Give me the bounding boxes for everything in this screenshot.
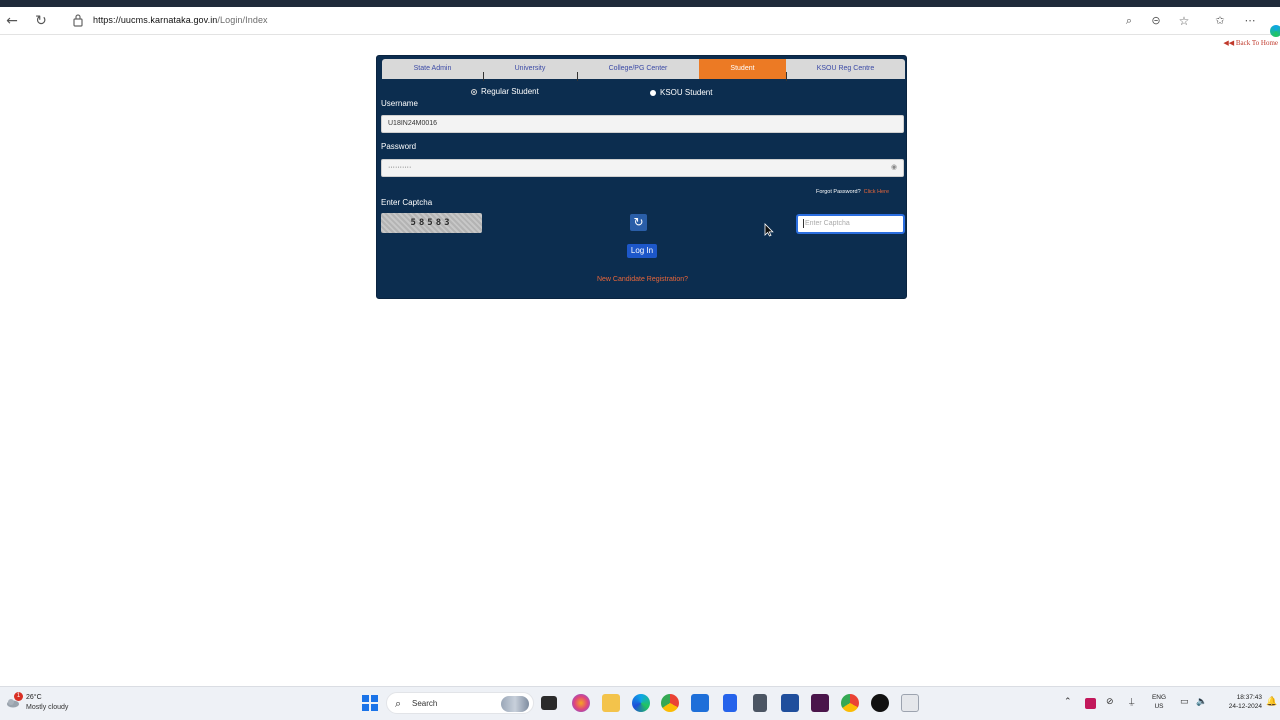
edge-browser-icon[interactable] xyxy=(632,694,650,712)
radio-checked-icon[interactable] xyxy=(650,89,656,96)
tab-college-pg-center[interactable]: College/PG Center xyxy=(577,59,699,79)
login-button[interactable]: Log In xyxy=(627,244,657,258)
weather-widget[interactable]: 1 26°C Mostly cloudy xyxy=(4,691,84,717)
tray-microphone-icon[interactable]: ⍊ xyxy=(1129,697,1134,707)
password-value: ·········· xyxy=(388,164,412,171)
tab-state-admin[interactable]: State Admin xyxy=(382,59,483,79)
tray-network-icon[interactable]: ⊘ xyxy=(1106,697,1114,707)
tray-wifi-icon[interactable]: ▭ xyxy=(1180,697,1189,707)
clock-date: 24-12-2024 xyxy=(1228,703,1262,710)
login-panel: State Admin University College/PG Center… xyxy=(376,55,907,299)
new-candidate-registration-link[interactable]: New Candidate Registration? xyxy=(377,276,908,283)
mouse-cursor-icon xyxy=(764,223,774,237)
radio-regular-student[interactable]: Regular Student xyxy=(471,87,539,96)
password-label: Password xyxy=(381,142,417,151)
forgot-password-row: Forgot Password? Click Here xyxy=(816,189,889,195)
lock-icon[interactable] xyxy=(72,12,84,28)
url-path: /Login/Index xyxy=(217,15,268,25)
language-region: US xyxy=(1154,703,1164,710)
chrome-browser-icon[interactable] xyxy=(661,694,679,712)
show-password-eye-icon[interactable]: ◉ xyxy=(889,164,899,172)
username-input[interactable]: U18IN24M0016 xyxy=(381,115,904,133)
back-to-home-label: Back To Home xyxy=(1235,39,1278,47)
url-host: https://uucms.karnataka.gov.in xyxy=(93,15,218,25)
tab-ksou-reg-centre[interactable]: KSOU Reg Centre xyxy=(786,59,905,79)
radio-regular-label: Regular Student xyxy=(481,87,539,96)
captcha-label: Enter Captcha xyxy=(381,198,433,207)
back-to-home-link[interactable]: ◀◀ Back To Home xyxy=(1223,39,1278,47)
copilot-icon[interactable] xyxy=(1270,25,1280,37)
text-caret xyxy=(803,218,804,228)
media-app-icon[interactable] xyxy=(811,694,829,712)
language-indicator[interactable]: ENG US xyxy=(1148,693,1170,711)
back-arrow-icon[interactable]: ← xyxy=(2,11,22,31)
tab-student[interactable]: Student xyxy=(699,59,786,79)
password-input[interactable]: ·········· ◉ xyxy=(381,159,904,177)
captcha-input[interactable]: Enter Captcha xyxy=(797,215,904,233)
tab-university[interactable]: University xyxy=(483,59,577,79)
system-clock[interactable]: 18:37:43 24-12-2024 xyxy=(1212,693,1262,711)
store-app-icon[interactable] xyxy=(691,694,709,712)
chrome-profile-icon[interactable] xyxy=(841,694,859,712)
weather-condition: Mostly cloudy xyxy=(26,704,69,711)
radio-ksou-label: KSOU Student xyxy=(660,88,713,97)
window-title-strip xyxy=(0,0,1280,7)
task-view-icon[interactable] xyxy=(541,696,557,710)
taskbar-search-label: Search xyxy=(412,699,438,708)
word-app-icon[interactable] xyxy=(781,694,799,712)
notepad-app-icon[interactable] xyxy=(723,694,737,712)
address-bar[interactable]: https://uucms.karnataka.gov.in/Login/Ind… xyxy=(93,15,268,25)
search-icon: ⌕ xyxy=(395,697,402,710)
clock-time: 18:37:43 xyxy=(1236,694,1262,701)
reader-icon[interactable]: ⊝ xyxy=(1146,11,1166,31)
captcha-image: 58583 xyxy=(381,213,482,233)
weather-temperature: 26°C xyxy=(26,694,42,701)
start-windows-icon[interactable] xyxy=(362,695,378,711)
snipping-tool-icon[interactable] xyxy=(901,694,919,712)
username-label: Username xyxy=(381,99,418,108)
copilot-app-icon[interactable] xyxy=(572,694,590,712)
radio-unchecked-icon[interactable] xyxy=(471,88,477,95)
taskbar-search[interactable]: ⌕ Search xyxy=(386,692,534,714)
language-code: ENG xyxy=(1151,694,1167,701)
forgot-password-link[interactable]: Click Here xyxy=(864,189,889,195)
captcha-placeholder: Enter Captcha xyxy=(805,220,850,227)
tray-overflow-chevron-icon[interactable]: ⌃ xyxy=(1064,697,1072,707)
media-player-icon[interactable] xyxy=(871,694,889,712)
file-explorer-icon[interactable] xyxy=(602,694,620,712)
tray-volume-icon[interactable]: 🔈 xyxy=(1196,697,1207,707)
forgot-password-text: Forgot Password? xyxy=(816,189,861,195)
windows-taskbar: 1 26°C Mostly cloudy ⌕ Search ⌃ ⊘ ⍊ ENG … xyxy=(0,686,1280,720)
browser-toolbar: ← ↻ https://uucms.karnataka.gov.in/Login… xyxy=(0,7,1280,37)
reload-icon[interactable]: ↻ xyxy=(31,11,51,31)
weather-alert-badge: 1 xyxy=(14,692,23,701)
captcha-code: 58583 xyxy=(410,218,453,228)
calculator-icon[interactable] xyxy=(753,694,767,712)
zoom-icon[interactable]: ⌕ xyxy=(1119,11,1139,31)
favorite-star-icon[interactable]: ☆ xyxy=(1174,11,1194,31)
login-role-tabs: State Admin University College/PG Center… xyxy=(382,59,905,81)
radio-ksou-student[interactable]: KSOU Student xyxy=(650,88,712,97)
tray-app-icon[interactable] xyxy=(1085,698,1096,709)
refresh-captcha-icon[interactable]: ↻ xyxy=(630,214,647,231)
notification-bell-icon[interactable]: 🔔 xyxy=(1266,697,1277,707)
more-menu-icon[interactable]: ⋯ xyxy=(1240,11,1260,31)
search-highlight-image xyxy=(501,696,529,712)
favorites-icon[interactable]: ✩ xyxy=(1210,11,1230,31)
